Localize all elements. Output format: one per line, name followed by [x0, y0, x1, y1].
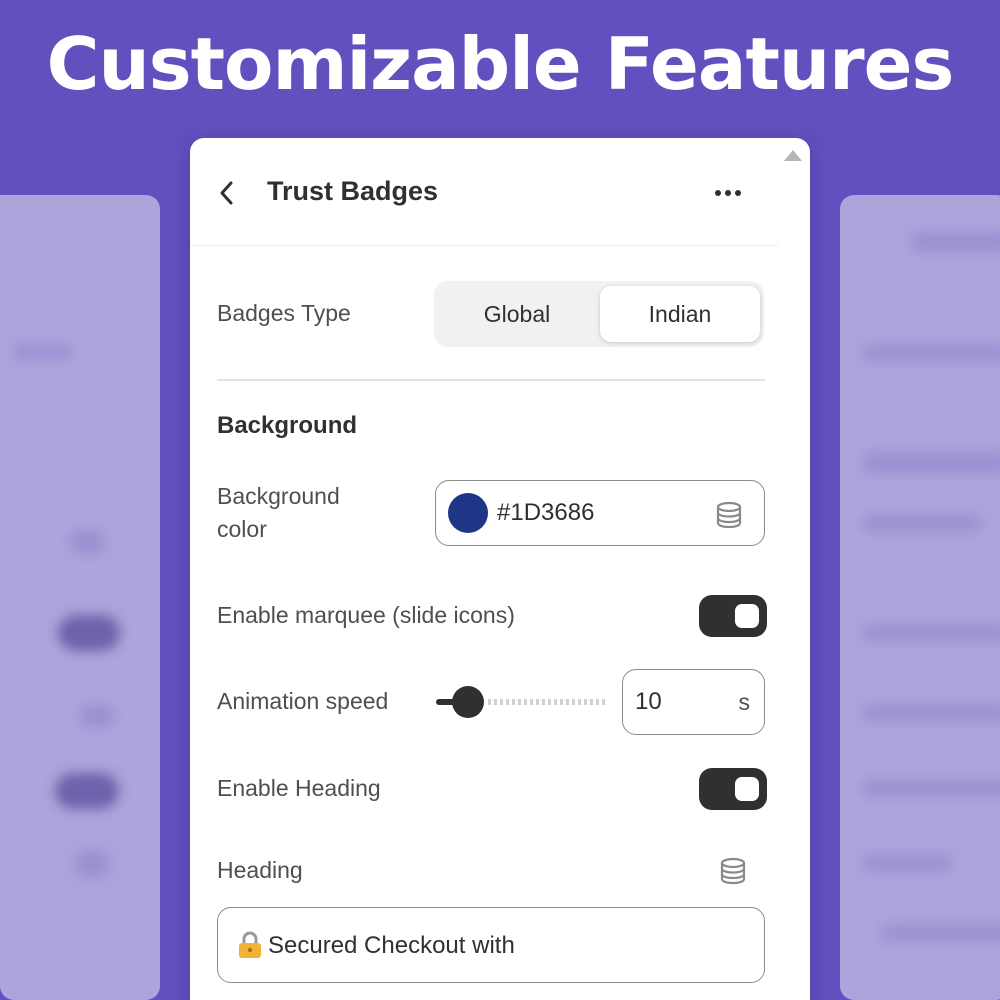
back-button[interactable]	[212, 176, 242, 210]
chevron-left-icon	[220, 181, 233, 205]
slider-track	[488, 699, 606, 705]
more-horizontal-icon	[735, 190, 741, 196]
more-options-button[interactable]	[708, 178, 748, 208]
badges-type-label: Badges Type	[217, 300, 351, 326]
database-icon[interactable]	[715, 501, 743, 529]
background-panel-right	[840, 195, 1000, 1000]
more-horizontal-icon	[725, 190, 731, 196]
database-icon[interactable]	[719, 857, 747, 885]
animation-speed-slider[interactable]	[434, 686, 606, 718]
heading-input[interactable]: Secured Checkout with	[217, 907, 765, 983]
slider-thumb[interactable]	[452, 686, 484, 718]
heading-value: Secured Checkout with	[268, 932, 515, 959]
background-color-label-line2: color	[217, 516, 267, 542]
page-title: Trust Badges	[267, 176, 439, 206]
background-color-value: #1D3686	[497, 499, 595, 526]
badges-type-segmented-control: Global Indian	[434, 281, 764, 347]
animation-speed-value: 10	[635, 688, 662, 715]
background-color-field[interactable]: #1D3686	[435, 480, 765, 546]
lock-icon	[239, 931, 261, 958]
enable-heading-label: Enable Heading	[217, 775, 381, 801]
segment-global[interactable]: Global	[439, 286, 595, 342]
background-panel-left	[0, 195, 160, 1000]
banner-title: Customizable Features	[46, 22, 955, 106]
toggle-knob	[735, 604, 759, 628]
enable-heading-toggle[interactable]	[699, 768, 767, 810]
animation-speed-label: Animation speed	[217, 688, 389, 714]
toggle-knob	[735, 777, 759, 801]
enable-marquee-toggle[interactable]	[699, 595, 767, 637]
heading-label: Heading	[217, 857, 303, 883]
segment-indian[interactable]: Indian	[600, 286, 760, 342]
animation-speed-unit: s	[738, 689, 751, 715]
trust-badges-settings-panel: Trust Badges Badges Type Global Indian B…	[190, 138, 810, 1000]
background-color-label-line1: Background	[217, 483, 340, 509]
section-divider	[217, 379, 765, 381]
more-horizontal-icon	[715, 190, 721, 196]
animation-speed-input[interactable]: 10 s	[622, 669, 765, 735]
background-section-title: Background	[217, 412, 358, 439]
scroll-up-arrow-icon[interactable]	[784, 150, 802, 161]
enable-marquee-label: Enable marquee (slide icons)	[217, 602, 515, 628]
color-swatch[interactable]	[448, 493, 488, 533]
panel-header: Trust Badges	[190, 138, 778, 246]
